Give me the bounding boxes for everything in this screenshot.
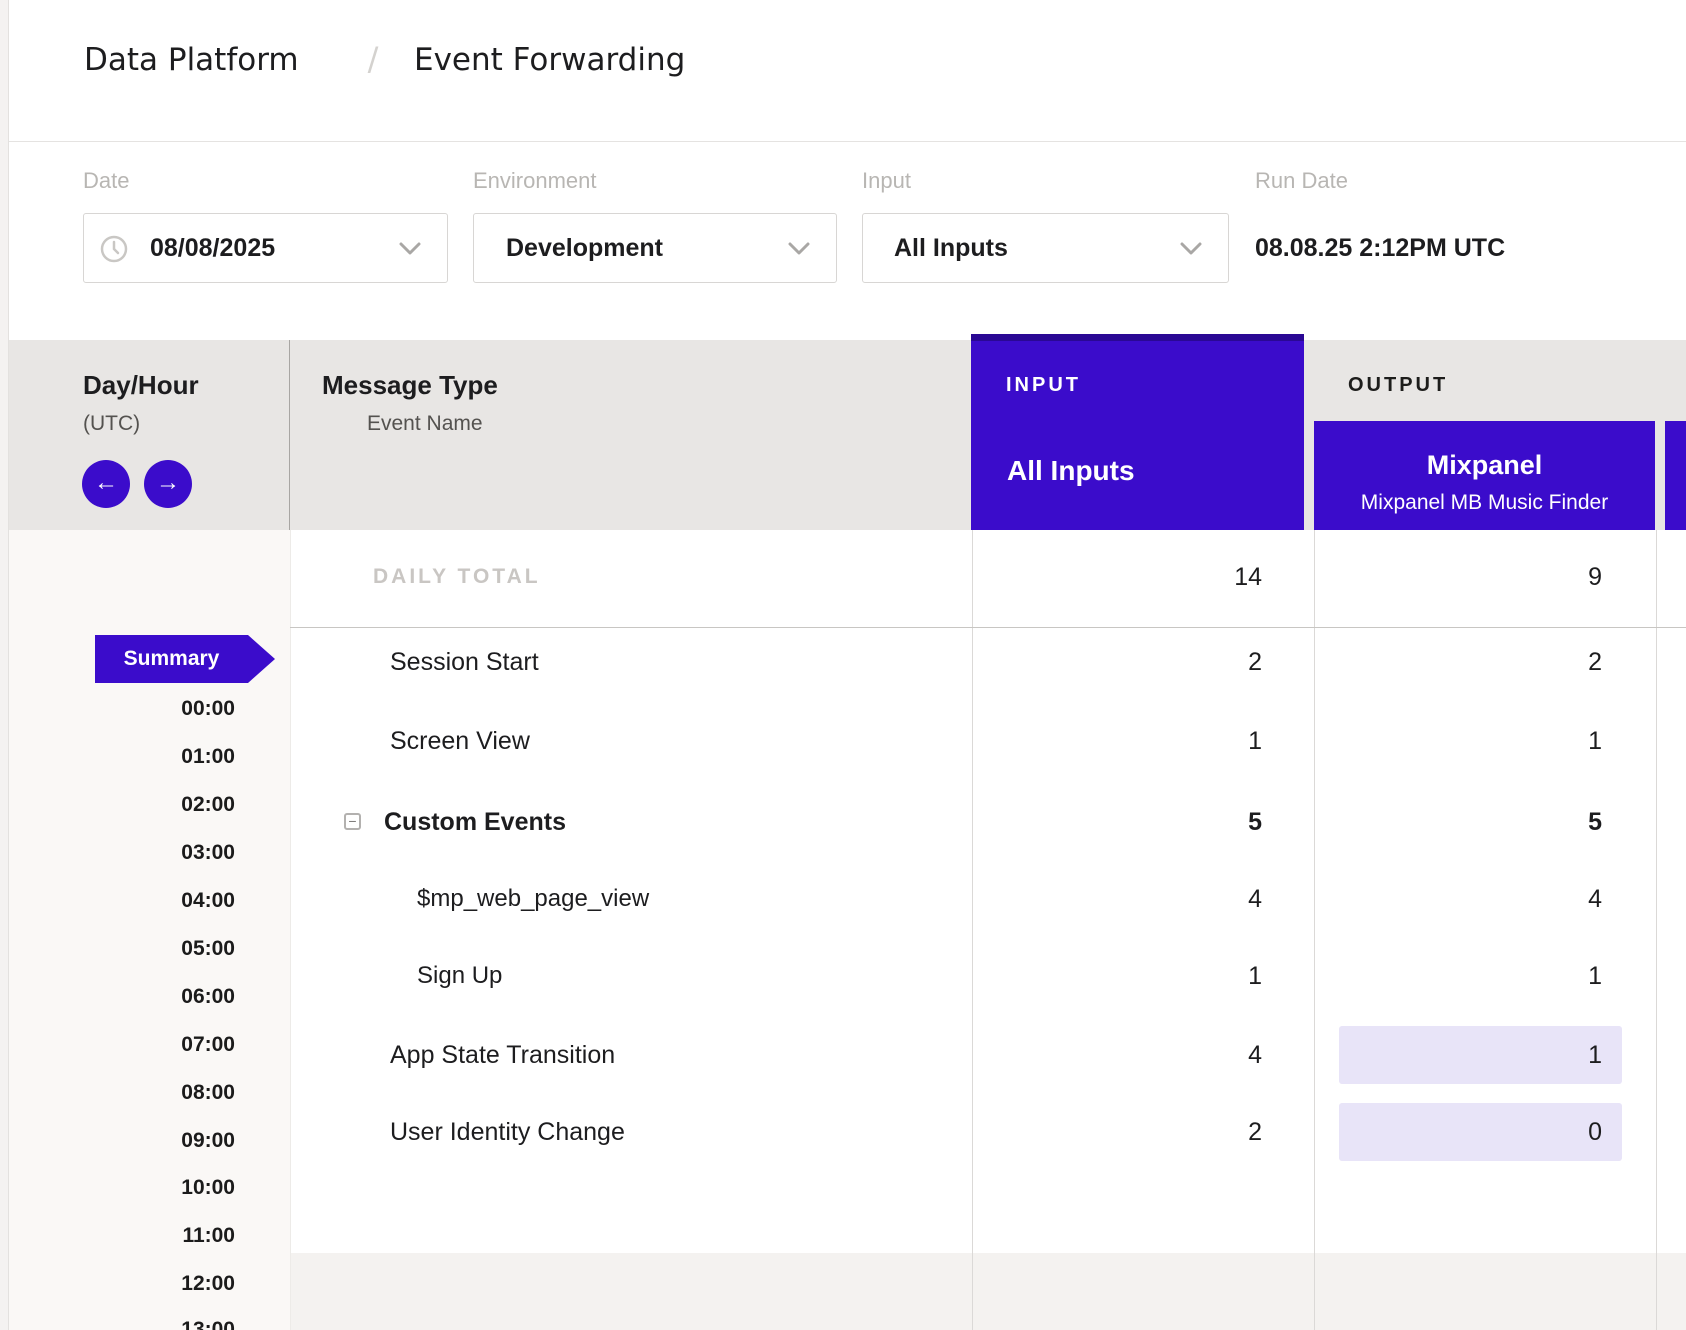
row-input-count: 4 [962,1038,1262,1072]
input-value: All Inputs [894,214,1008,282]
hour-item[interactable]: 09:00 [9,1129,235,1153]
hour-item[interactable]: 04:00 [9,889,235,913]
hour-item[interactable]: 11:00 [9,1224,235,1248]
daily-total-output-count: 9 [1302,560,1602,594]
row-output-count: 5 [1302,805,1602,839]
row-output-count: 0 [1339,1103,1622,1161]
day-hour-column-title: Day/Hour [83,369,199,401]
collapse-icon[interactable]: − [344,813,361,830]
breadcrumb-section[interactable]: Data Platform [84,40,299,80]
hour-item[interactable]: 12:00 [9,1272,235,1296]
mixpanel-column-header[interactable]: Mixpanel Mixpanel MB Music Finder [1314,421,1655,530]
output-eyebrow: OUTPUT [1348,372,1448,398]
row-input-count: 4 [962,882,1262,916]
hour-item[interactable]: 05:00 [9,937,235,961]
daily-total-label: DAILY TOTAL [373,560,541,594]
hour-item[interactable]: 03:00 [9,841,235,865]
daily-total-separator [290,627,1686,628]
hour-item[interactable]: 07:00 [9,1033,235,1057]
environment-value: Development [506,214,663,282]
date-filter-label: Date [83,168,129,194]
hour-item[interactable]: 10:00 [9,1176,235,1200]
event-name-subtitle: Event Name [367,412,483,436]
highlighted-output-cell: 1 [1339,1026,1622,1084]
chevron-down-icon [788,242,810,260]
row-input-count: 2 [962,1115,1262,1149]
hour-item[interactable]: 06:00 [9,985,235,1009]
row-output-count: 2 [1302,645,1602,679]
input-filter-label: Input [862,168,911,194]
date-select[interactable]: 08/08/2025 [83,213,448,283]
row-label: Screen View [390,724,530,758]
row-output-count: 1 [1302,959,1602,993]
chevron-down-icon [399,242,421,260]
input-header-name: All Inputs [1007,454,1135,488]
breadcrumb-separator: / [350,39,396,79]
row-label: Session Start [390,645,539,679]
message-type-column-title: Message Type [322,369,498,401]
run-date-label: Run Date [1255,168,1348,194]
input-eyebrow: INPUT [1006,372,1081,398]
environment-filter-label: Environment [473,168,597,194]
summary-selector[interactable]: Summary [95,635,248,683]
row-input-count: 1 [962,959,1262,993]
hour-item[interactable]: 13:00 [9,1318,235,1330]
event-forwarding-page: Data Platform / Event Forwarding Date 08… [0,0,1686,1330]
output-column-divider-2 [1656,530,1657,1330]
row-input-count: 2 [962,645,1262,679]
highlighted-output-cell: 0 [1339,1103,1622,1161]
date-value: 08/08/2025 [150,214,275,282]
header-column-divider [289,340,290,530]
hour-item[interactable]: 02:00 [9,793,235,817]
day-hour-timezone: (UTC) [83,412,140,436]
row-output-count: 1 [1339,1026,1622,1084]
row-output-count: 1 [1302,724,1602,758]
output-connector-subtitle: Mixpanel MB Music Finder [1314,491,1655,515]
row-label-child: Sign Up [417,959,502,993]
summary-label: Summary [95,635,248,683]
daily-total-input-count: 14 [962,560,1262,594]
summary-selector-arrow [248,635,275,683]
hour-item[interactable]: 01:00 [9,745,235,769]
input-select[interactable]: All Inputs [862,213,1229,283]
input-column-header: INPUT All Inputs [971,334,1304,530]
table-footer-band [290,1253,1686,1330]
clock-icon [99,234,129,269]
next-day-button[interactable]: → [144,460,192,508]
environment-select[interactable]: Development [473,213,837,283]
hour-item[interactable]: 00:00 [9,697,235,721]
row-label: App State Transition [390,1038,615,1072]
row-output-count: 4 [1302,882,1602,916]
left-gutter [0,0,9,1330]
page-title: Event Forwarding [414,40,685,80]
rail-body-divider [290,530,291,1330]
row-label: User Identity Change [390,1115,625,1149]
row-input-count: 1 [962,724,1262,758]
previous-day-button[interactable]: ← [82,460,130,508]
output-connector-name: Mixpanel [1314,448,1655,482]
row-label-child: $mp_web_page_view [417,882,649,916]
header-divider [0,141,1686,142]
chevron-down-icon [1180,242,1202,260]
next-output-column-header-partial [1665,421,1686,530]
row-input-count: 5 [962,805,1262,839]
hour-item[interactable]: 08:00 [9,1081,235,1105]
row-label-custom-events: Custom Events [384,805,566,839]
run-date-value: 08.08.25 2:12PM UTC [1255,213,1505,283]
